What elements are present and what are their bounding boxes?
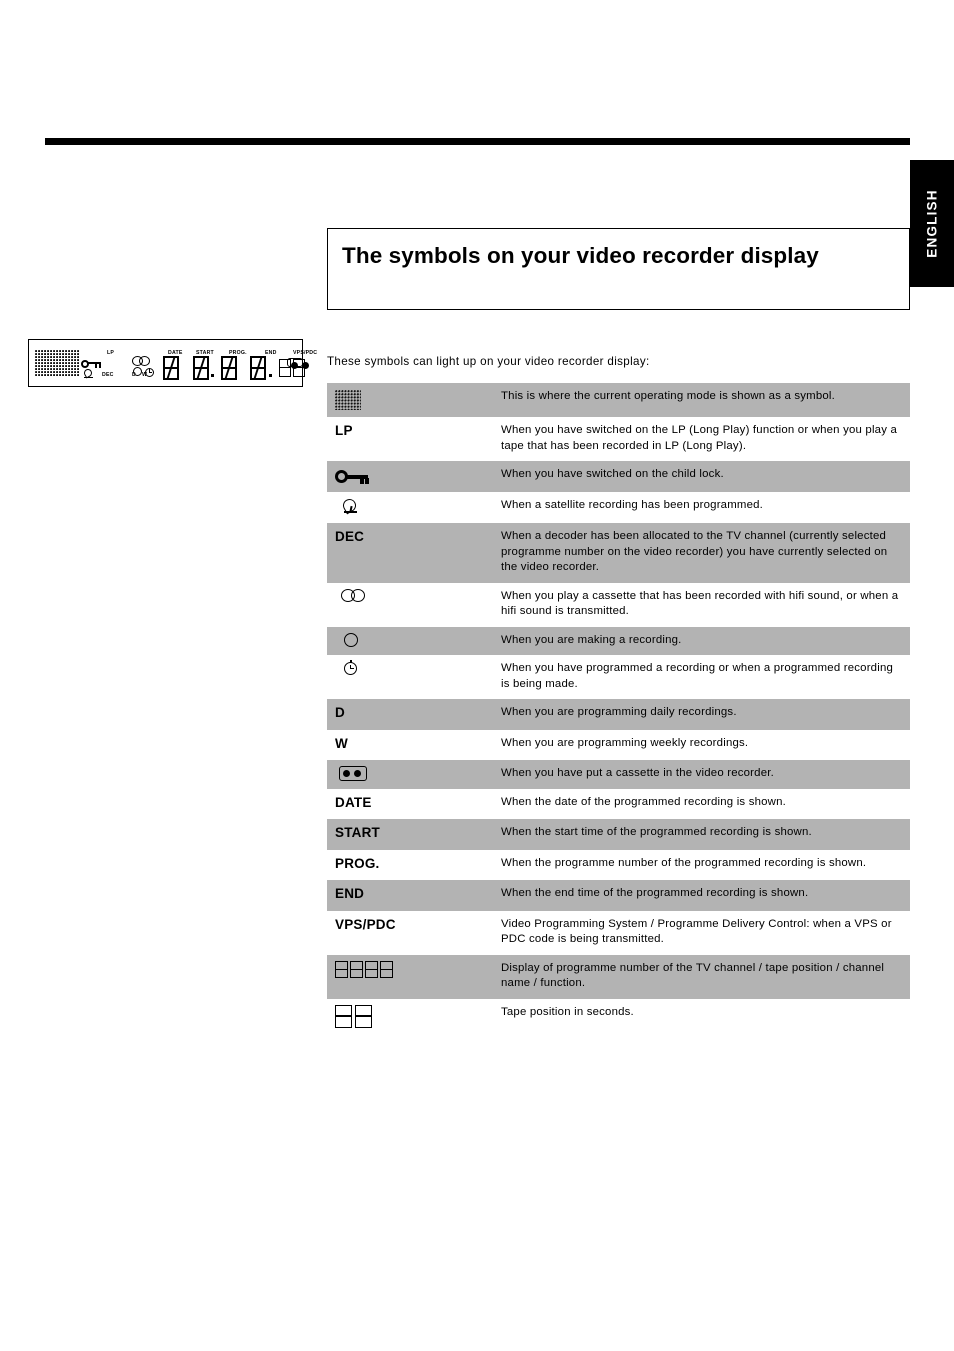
dot-matrix-icon [35,350,79,376]
symbol-cell: VPS/PDC [327,911,493,955]
figure-label-lp: LP [107,350,115,356]
table-row: END When the end time of the programmed … [327,880,910,911]
symbol-label: LP [335,423,353,438]
symbol-label: START [335,825,380,840]
symbol-cell [327,461,493,492]
symbol-cell: DEC [327,523,493,583]
description-cell: Video Programming System / Programme Del… [501,917,892,946]
figure-label-end: END [265,350,277,356]
table-row: DEC When a decoder has been allocated to… [327,523,910,583]
hifi-icon [341,588,367,603]
description-cell: When a satellite recording has been prog… [501,499,764,511]
key-icon [335,469,369,485]
symbols-table: This is where the current operating mode… [327,383,910,1040]
symbol-cell [327,492,493,523]
symbol-cell [327,383,493,417]
description-cell: When the programme number of the program… [501,856,867,869]
description-cell: When you are programming daily recording… [493,699,910,730]
header-rule [45,138,910,145]
table-row: When you are making a recording. [327,626,910,655]
symbol-cell [327,999,493,1041]
table-row: When a satellite recording has been prog… [327,492,910,523]
two-digit-display-icon [335,1004,375,1034]
symbol-label: PROG. [335,855,380,871]
table-row: DATE When the date of the programmed rec… [327,789,910,820]
symbol-label: DATE [335,794,372,810]
description-cell: When the end time of the programmed reco… [493,880,910,911]
figure-small-digit-2 [293,359,305,377]
figure-timer-icon [145,367,155,377]
table-row: When you have switched on the child lock… [327,461,910,492]
symbol-cell [327,954,493,999]
symbol-cell [327,583,493,627]
timer-clock-icon [344,660,359,676]
figure-digit-4 [250,356,266,380]
symbol-cell: D [327,699,493,730]
description-cell: When you have programmed a recording or … [501,662,894,690]
symbol-cell [327,655,493,699]
symbol-cell: END [327,880,493,911]
symbol-label: D [335,705,345,720]
language-tab-label: ENGLISH [924,188,940,258]
description-cell: When you have switched on the LP (Long P… [501,424,898,452]
table-row: VPS/PDC Video Programming System / Progr… [327,911,910,955]
figure-label-dec: DEC [102,372,114,378]
figure-label-vpspdc: VPS/PDC [293,350,318,356]
table-row: D When you are programming daily recordi… [327,699,910,730]
record-circle-icon [344,632,358,647]
page-title-box: The symbols on your video recorder displ… [327,228,910,310]
symbol-cell: W [327,730,493,761]
table-row: Tape position in seconds. [327,999,910,1041]
dot-matrix-icon [335,390,361,410]
symbol-cell: START [327,819,493,850]
display-illustration: LP DATE START PROG. END VPS/PDC DEC D W [28,339,317,387]
description-cell: This is where the current operating mode… [493,383,910,417]
table-row: PROG. When the programme number of the p… [327,850,910,881]
figure-hifi-icon [132,356,151,366]
description-cell: When you have put a cassette in the vide… [493,760,910,789]
description-cell: When the date of the programmed recordin… [501,795,786,808]
symbol-label: DEC [335,529,365,544]
description-cell: Display of programme number of the TV ch… [493,954,910,999]
figure-small-digit-1 [279,359,291,377]
symbol-label: VPS/PDC [335,916,396,932]
figure-satellite-icon [82,367,95,380]
figure-digit-1 [163,356,179,380]
symbol-label: W [335,735,348,751]
satellite-dish-icon [340,496,361,516]
symbol-cell: LP [327,417,493,461]
symbol-cell: DATE [327,789,493,820]
table-row: When you have programmed a recording or … [327,655,910,699]
description-cell: Tape position in seconds. [501,1005,634,1018]
description-cell: When you play a cassette that has been r… [501,589,899,618]
description-cell: When you have switched on the child lock… [493,461,910,492]
table-row: This is where the current operating mode… [327,383,910,417]
figure-key-icon [81,359,101,368]
symbol-label: END [335,886,365,901]
description-cell: When the start time of the programmed re… [493,819,910,850]
description-cell: When you are making a recording. [493,626,910,655]
intro-text: These symbols can light up on your video… [327,355,650,368]
figure-digit-3 [221,356,237,380]
description-cell: When you are programming weekly recordin… [501,736,749,749]
four-digit-display-icon [335,960,395,984]
symbol-cell [327,760,493,789]
cassette-icon [339,766,367,781]
table-row: W When you are programming weekly record… [327,730,910,761]
figure-record-icon [133,367,142,376]
table-row: LP When you have switched on the LP (Lon… [327,417,910,461]
table-row: When you have put a cassette in the vide… [327,760,910,789]
table-row: START When the start time of the program… [327,819,910,850]
description-cell: When a decoder has been allocated to the… [493,523,910,583]
figure-colon-2 [269,374,272,377]
language-tab: ENGLISH [910,160,954,287]
symbol-cell [327,626,493,655]
table-row: When you play a cassette that has been r… [327,583,910,627]
figure-digit-2 [193,356,209,380]
figure-colon-1 [211,374,214,377]
table-row: Display of programme number of the TV ch… [327,954,910,999]
symbol-cell: PROG. [327,850,493,881]
page-title: The symbols on your video recorder displ… [342,243,819,268]
